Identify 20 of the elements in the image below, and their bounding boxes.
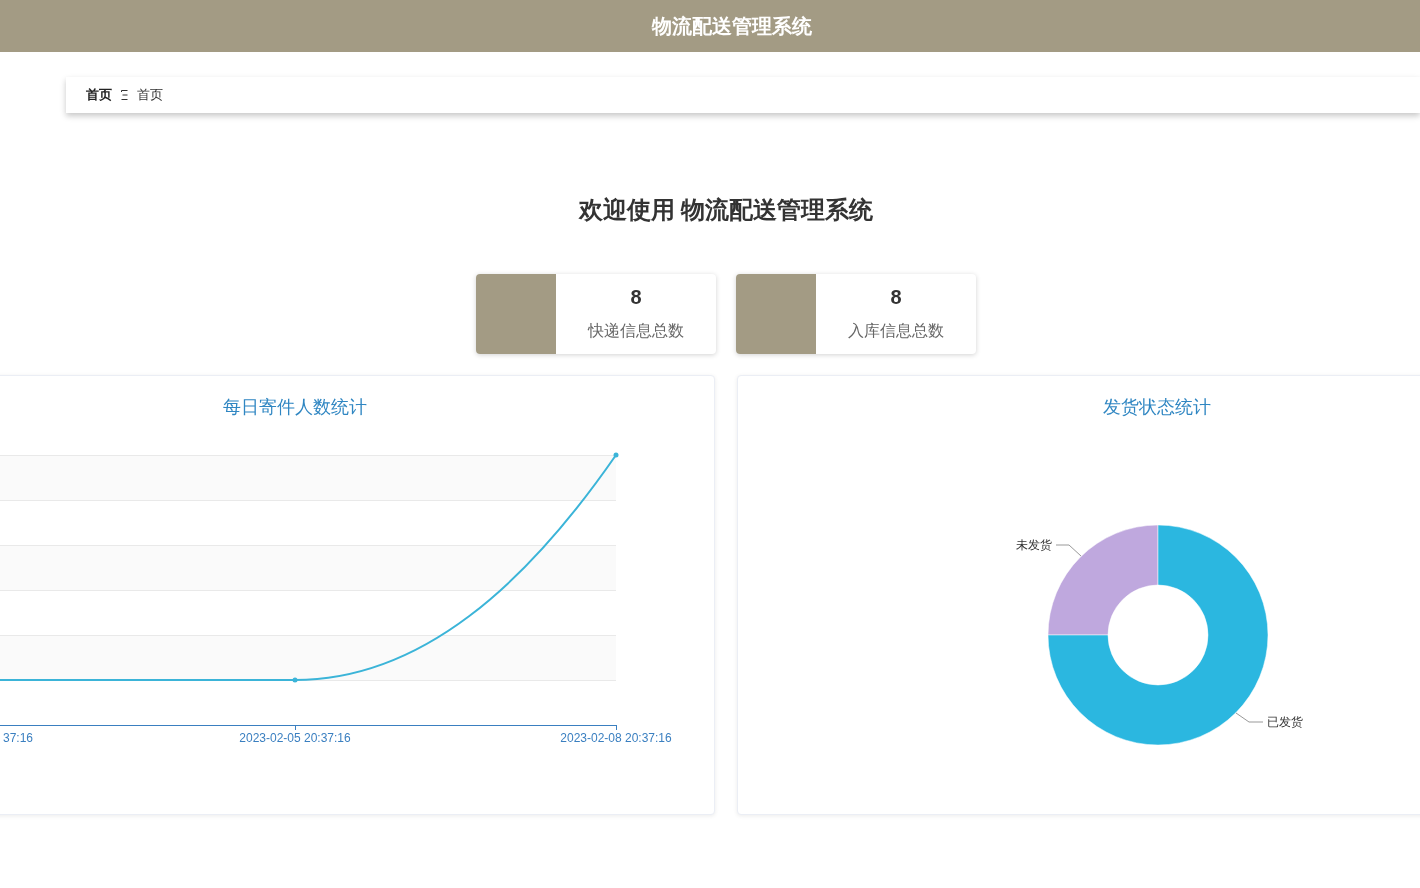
axis-label: 2023-02-08 20:37:16 (560, 731, 672, 745)
slice-label: 未发货 (1016, 538, 1052, 552)
axis-label: 2023-02-05 20:37:16 (239, 731, 351, 745)
leader-line (1235, 712, 1264, 723)
data-point (292, 677, 298, 683)
breadcrumb-current: 首页 (137, 86, 163, 104)
welcome-title: 欢迎使用 物流配送管理系统 (578, 195, 874, 225)
data-point (613, 452, 619, 458)
chart-title: 发货状态统计 (1103, 396, 1211, 418)
stat-label: 快递信息总数 (588, 321, 684, 341)
slice-label: 已发货 (1267, 715, 1303, 729)
breadcrumb-link[interactable]: 首页 (86, 86, 112, 104)
separator-icon (121, 90, 128, 100)
stat-value: 8 (890, 285, 902, 309)
stat-value: 8 (630, 285, 642, 309)
stat-label: 入库信息总数 (848, 321, 944, 341)
axis-label: 37:16 (2, 731, 33, 745)
leader-line (1055, 544, 1082, 557)
app-title: 物流配送管理系统 (652, 14, 812, 39)
chart-title: 每日寄件人数统计 (223, 396, 367, 418)
